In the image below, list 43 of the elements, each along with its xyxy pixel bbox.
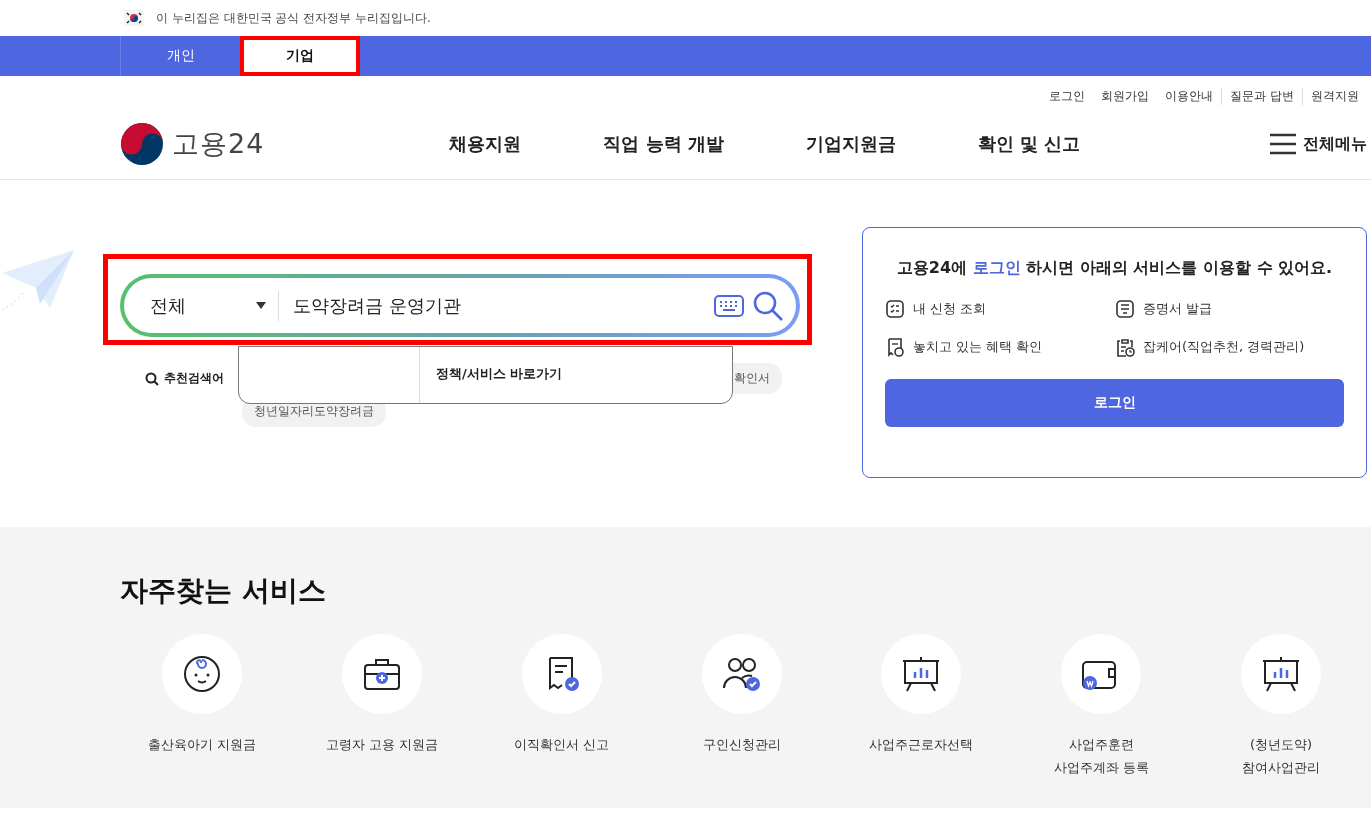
- service-label[interactable]: 구인신청관리: [702, 734, 781, 757]
- service-text: 내 신청 조회: [913, 300, 987, 318]
- search-button[interactable]: [752, 289, 784, 322]
- list-icon: [885, 299, 905, 319]
- user-type-tab[interactable]: 기업: [240, 36, 360, 76]
- board-icon: [901, 654, 942, 694]
- korean-flag-icon: [124, 10, 144, 26]
- service-text: 잡케어(직업추천, 경력관리): [1143, 338, 1305, 356]
- service-label[interactable]: 고령자 고용 지원금: [325, 734, 438, 757]
- search-icon: [145, 371, 159, 386]
- utility-link[interactable]: 회원가입: [1093, 88, 1158, 105]
- caret-icon: [256, 302, 266, 309]
- login-link[interactable]: 로그인: [972, 258, 1021, 277]
- menu-icon: [1269, 133, 1297, 155]
- login-prompt: 고용24에 로그인 하시면 아래의 서비스를 이용할 수 있어요.: [895, 258, 1334, 279]
- recommended-text: 추천검색어: [164, 370, 224, 387]
- board-icon: [1261, 654, 1302, 694]
- gov-notice: 이 누리집은 대한민국 공식 전자정부 누리집입니다.: [156, 9, 431, 27]
- nav-menu-item[interactable]: 직업 능력 개발: [603, 132, 724, 156]
- login-button[interactable]: 로그인: [885, 379, 1344, 427]
- utility-link[interactable]: 질문과 답변: [1221, 88, 1302, 105]
- category-select[interactable]: 전체: [144, 290, 279, 321]
- service-text: 놓치고 있는 혜택 확인: [913, 338, 1043, 356]
- nav-menu-item[interactable]: 확인 및 신고: [977, 132, 1081, 156]
- search-field[interactable]: 도약장려금 운영기관: [279, 294, 714, 317]
- nav-menu-item[interactable]: 기업지원금: [805, 132, 896, 156]
- utility-link[interactable]: 원격지원: [1302, 88, 1367, 105]
- utility-link[interactable]: 로그인: [1041, 88, 1094, 105]
- site-logo-text[interactable]: 고용24: [172, 126, 265, 162]
- service-label[interactable]: 출산육아기 지원금: [147, 734, 256, 757]
- service-text: 증명서 발급: [1143, 300, 1213, 318]
- service-label[interactable]: 사업주근로자선택: [869, 734, 974, 757]
- utility-link[interactable]: 이용안내: [1157, 88, 1222, 105]
- emblem-logo-icon: [120, 122, 164, 166]
- all-menu-button[interactable]: 전체메뉴: [1269, 133, 1367, 155]
- service-label[interactable]: (청년도약) 참여사업관리: [1242, 734, 1321, 780]
- service-label[interactable]: 사업주훈련 사업주계좌 등록: [1053, 734, 1149, 780]
- keyboard-icon[interactable]: [714, 294, 744, 317]
- dropdown-heading[interactable]: 정책/서비스 바로가기: [420, 347, 563, 403]
- section-title: 자주찾는 서비스: [120, 573, 327, 609]
- baby-icon: [181, 654, 222, 694]
- nav-menu-item[interactable]: 채용지원: [449, 132, 522, 156]
- service-label[interactable]: 이직확인서 신고: [514, 734, 610, 757]
